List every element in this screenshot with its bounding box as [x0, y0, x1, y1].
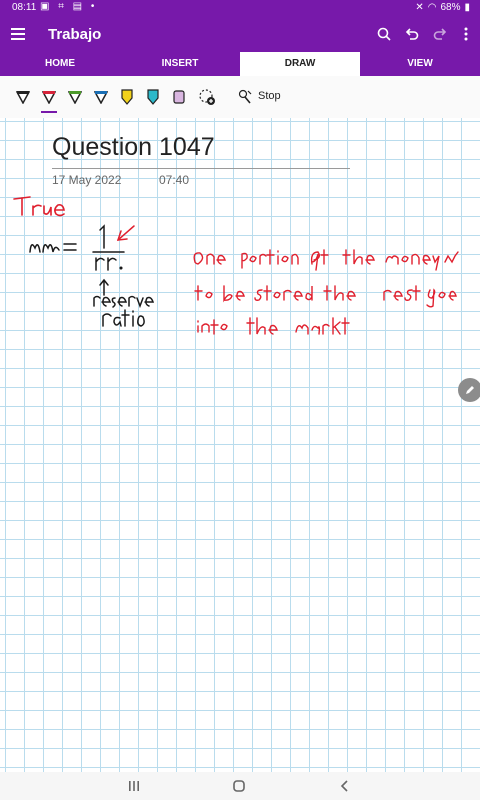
ink-red-explanation [193, 249, 459, 335]
ink-money-multiplier [29, 224, 155, 327]
system-nav-bar [0, 772, 480, 800]
home-icon[interactable] [227, 774, 251, 798]
ink-red-arrow [116, 225, 135, 241]
handwriting-ink [13, 196, 459, 335]
pen-edit-button[interactable] [458, 378, 480, 402]
back-icon[interactable] [332, 774, 356, 798]
ink-true-word [13, 196, 65, 217]
recent-apps-icon[interactable] [122, 774, 146, 798]
